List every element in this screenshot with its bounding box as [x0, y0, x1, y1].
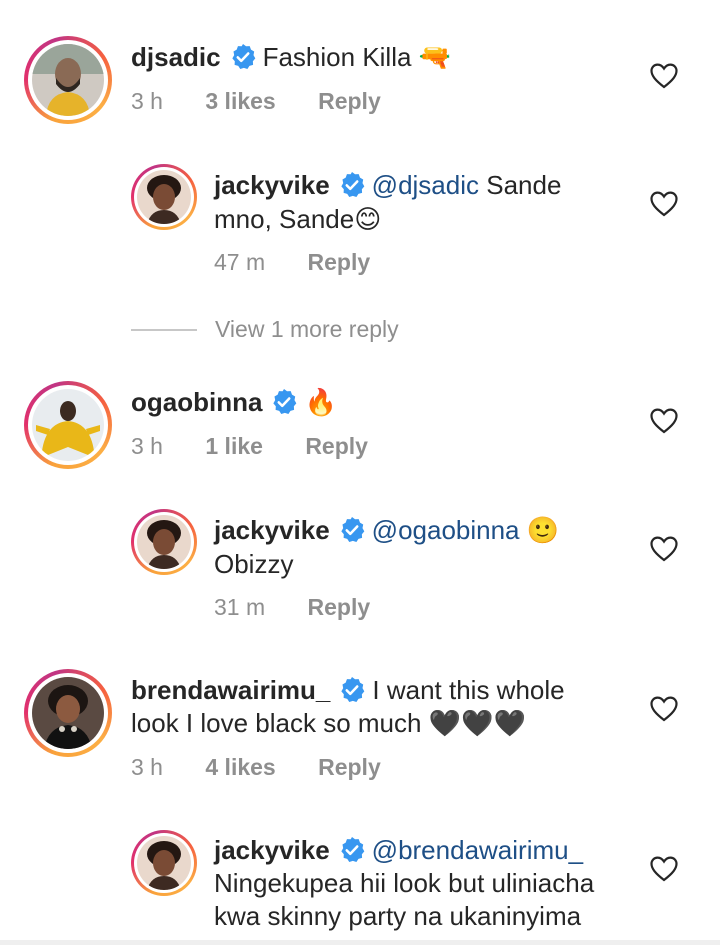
heart-icon[interactable] [650, 408, 678, 434]
comment-text: 🔥 [304, 387, 337, 417]
reply-button[interactable]: Reply [318, 754, 381, 780]
reply-button[interactable]: Reply [318, 88, 381, 114]
username[interactable]: brendawairimu_ [131, 675, 330, 705]
mention-link[interactable]: @brendawairimu_ [372, 835, 583, 865]
username[interactable]: djsadic [131, 42, 221, 72]
comment-text: 🙂 [519, 515, 560, 545]
comment-text: Sande [479, 170, 562, 200]
divider [131, 329, 197, 331]
username[interactable]: jackyvike [214, 835, 330, 865]
mention-link[interactable]: @ogaobinna [372, 515, 520, 545]
avatar-photo [137, 836, 191, 890]
username[interactable]: ogaobinna [131, 387, 262, 417]
view-more-label[interactable]: View 1 more reply [215, 316, 399, 343]
timestamp: 3 h [131, 88, 163, 114]
reply-button[interactable]: Reply [308, 249, 371, 275]
verified-badge-icon [270, 388, 298, 416]
avatar[interactable] [24, 36, 112, 124]
avatar-photo [137, 170, 191, 224]
verified-badge-icon [338, 516, 366, 544]
verified-badge-icon [338, 171, 366, 199]
avatar-photo [32, 677, 104, 749]
comment-text: I want this whole [372, 675, 565, 705]
avatar[interactable] [131, 830, 197, 896]
timestamp: 47 m [214, 249, 266, 275]
heart-icon[interactable] [650, 696, 678, 722]
verified-badge-icon [338, 836, 366, 864]
comment-text: Ningekupea hii look but uliniacha [214, 868, 595, 898]
verified-badge-icon [229, 43, 257, 71]
heart-icon[interactable] [650, 63, 678, 89]
comment-text: Obizzy [214, 549, 294, 579]
timestamp: 3 h [131, 754, 163, 780]
avatar-photo [32, 389, 104, 461]
timestamp: 3 h [131, 433, 163, 459]
username[interactable]: jackyvike [214, 170, 330, 200]
likes-count[interactable]: 1 like [205, 433, 263, 459]
reply-button[interactable]: Reply [305, 433, 368, 459]
likes-count[interactable]: 4 likes [205, 754, 275, 780]
heart-icon[interactable] [650, 536, 678, 562]
mention-link[interactable]: @djsadic [372, 170, 479, 200]
username[interactable]: jackyvike [214, 515, 330, 545]
avatar-photo [137, 515, 191, 569]
avatar[interactable] [24, 669, 112, 757]
avatar[interactable] [24, 381, 112, 469]
comment-text: Fashion Killa 🔫 [262, 42, 452, 72]
timestamp: 31 m [214, 594, 266, 620]
comment-text: kwa skinny party na ukaninyima [214, 901, 582, 931]
bottom-edge [0, 940, 720, 945]
reply-button[interactable]: Reply [308, 594, 371, 620]
heart-icon[interactable] [650, 191, 678, 217]
avatar[interactable] [131, 509, 197, 575]
heart-icon[interactable] [650, 856, 678, 882]
comment-text: mno, Sande😊 [214, 204, 382, 234]
comment-text: look I love black so much 🖤🖤🖤 [131, 708, 526, 738]
likes-count[interactable]: 3 likes [205, 88, 275, 114]
verified-badge-icon [338, 676, 366, 704]
avatar[interactable] [131, 164, 197, 230]
avatar-photo [32, 44, 104, 116]
